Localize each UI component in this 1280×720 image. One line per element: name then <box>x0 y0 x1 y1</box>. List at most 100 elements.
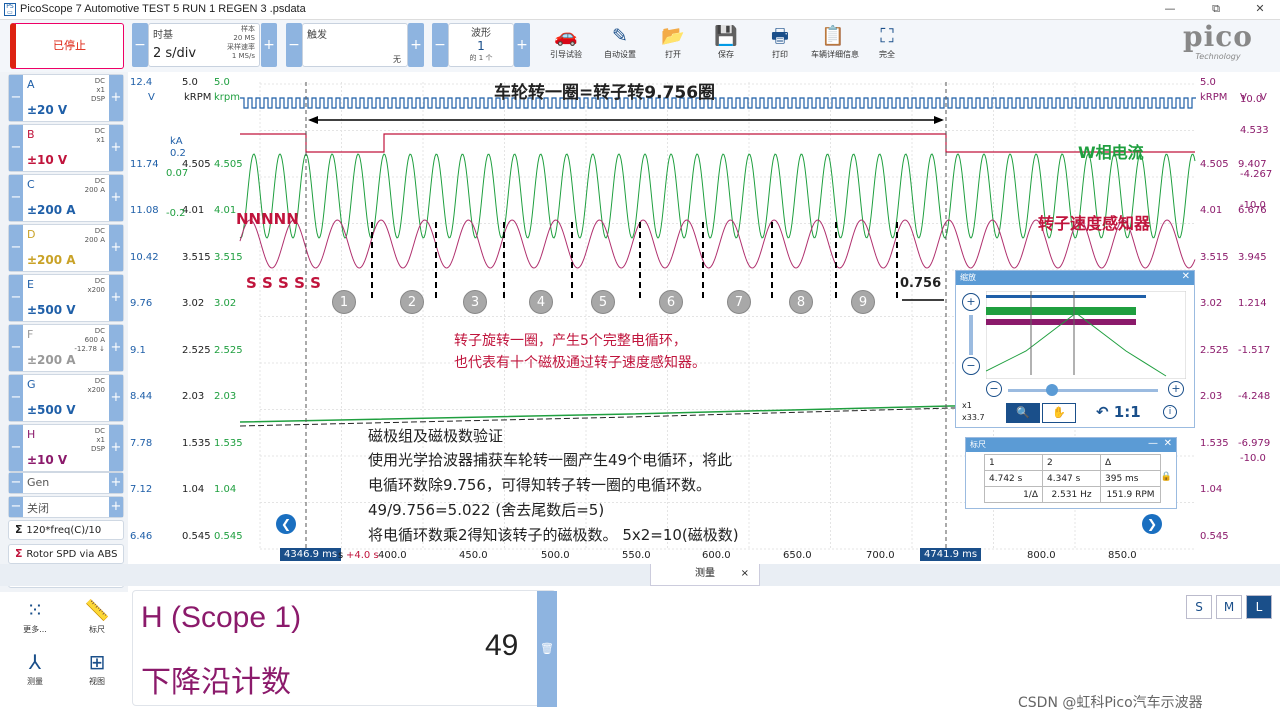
zoom-out-button[interactable]: − <box>962 357 980 375</box>
tab-close-icon: × <box>740 568 749 579</box>
axis-tick-v: 7.78 <box>130 437 153 449</box>
open-button[interactable]: 📂 打开 <box>651 23 695 69</box>
size-medium-button[interactable]: M <box>1216 595 1242 619</box>
extra-row[interactable]: − + 关闭 <box>8 496 124 518</box>
more-button[interactable]: ⁙ 更多... <box>10 596 60 644</box>
channel-minus-button[interactable]: − <box>9 175 23 221</box>
overview-thumbnail[interactable] <box>986 291 1186 379</box>
measurement-panel[interactable]: H (Scope 1) 下降沿计数 49 🗑 <box>132 590 557 707</box>
trigger-minus-button[interactable]: − <box>286 23 302 67</box>
fullscreen-button[interactable]: ⛶ 完全 <box>865 23 909 69</box>
restore-button[interactable]: ⧉ <box>1196 2 1236 18</box>
delete-measurement-icon[interactable]: 🗑 <box>537 591 557 707</box>
axis-tick-right-v: -6.979 <box>1238 437 1271 449</box>
size-small-button[interactable]: S <box>1186 595 1212 619</box>
channel-minus-button[interactable]: − <box>9 225 23 271</box>
tab-measurements[interactable]: 测量 × <box>650 564 760 586</box>
timebase-plus-button[interactable]: + <box>261 23 277 67</box>
ruler-close-icon[interactable]: ✕ <box>1164 438 1172 449</box>
arrow-head <box>308 116 318 124</box>
channel-f-card[interactable]: − + F ±200 A DC 600 A -12.78 ↓ <box>8 324 124 372</box>
zoom-in-button[interactable]: + <box>962 293 980 311</box>
annotation-p3: 电循环数除9.756，可得知转子转一圈的电循环数。 <box>368 476 711 494</box>
channel-e-card[interactable]: − + E ±500 V DC x200 <box>8 274 124 322</box>
cursor-1-label[interactable]: 4346.9 ms <box>280 548 342 561</box>
channel-plus-button[interactable]: + <box>109 425 123 471</box>
axis-tick-x: 550.0 <box>622 550 651 561</box>
math-channel-button[interactable]: Σ 120*freq(C)/10 <box>8 520 124 540</box>
waveform-box[interactable]: 波形 1 的 1 个 <box>448 23 514 67</box>
auto-setup-button[interactable]: ✎ 自动设置 <box>598 23 642 69</box>
channel-minus-button[interactable]: − <box>9 425 23 471</box>
rulers-button[interactable]: 📏 标尺 <box>72 596 122 644</box>
row-plus-button[interactable]: + <box>109 473 123 493</box>
info-icon[interactable]: i <box>1163 405 1177 419</box>
h-zoom-in-button[interactable]: + <box>1168 381 1184 397</box>
axis-ka: kA <box>170 136 183 147</box>
view-button[interactable]: ⊞ 视图 <box>72 648 122 696</box>
stop-button[interactable]: 已停止 <box>10 23 124 69</box>
channel-plus-button[interactable]: + <box>109 375 123 421</box>
axis-tick-krpm-green: 2.03 <box>214 391 237 402</box>
zoom-reset-button[interactable]: ↶ 1:1 <box>1096 403 1141 421</box>
channel-plus-button[interactable]: + <box>109 175 123 221</box>
window-title: PicoScope 7 Automotive TEST 5 RUN 1 REGE… <box>20 3 306 15</box>
channel-plus-button[interactable]: + <box>109 275 123 321</box>
pan-tool-icon[interactable]: ✋ <box>1042 403 1076 423</box>
trigger-plus-button[interactable]: + <box>408 23 424 67</box>
channel-plus-button[interactable]: + <box>109 75 123 121</box>
extra-row[interactable]: − + Gen <box>8 472 124 494</box>
scroll-left-button[interactable]: ❮ <box>276 514 296 534</box>
measure-button[interactable]: ⅄ 测量 <box>10 648 60 696</box>
ruler-minimize-icon[interactable]: — <box>1148 438 1158 449</box>
close-button[interactable]: ✕ <box>1240 2 1280 18</box>
math-channel-button[interactable]: Σ Rotor SPD via ABS <box>8 544 124 564</box>
channel-plus-button[interactable]: + <box>109 325 123 371</box>
timebase-minus-button[interactable]: − <box>132 23 148 67</box>
row-minus-button[interactable]: − <box>9 473 23 493</box>
axis-unit: V <box>1260 92 1267 103</box>
channel-h-card[interactable]: − + H ±10 V DC x1 DSP <box>8 424 124 472</box>
guided-test-button[interactable]: 🚗 引导试验 <box>544 23 588 69</box>
scroll-right-button[interactable]: ❯ <box>1142 514 1162 534</box>
h-zoom-out-button[interactable]: − <box>986 381 1002 397</box>
save-button[interactable]: 💾 保存 <box>704 23 748 69</box>
channel-d-card[interactable]: − + D ±200 A DC 200 A <box>8 224 124 272</box>
axis-tick-right-v: -4.248 <box>1238 391 1271 402</box>
axis-tick-krpm-green: 1.535 <box>214 437 243 449</box>
channel-b-card[interactable]: − + B ±10 V DC x1 <box>8 124 124 172</box>
h-zoom-slider[interactable] <box>1008 389 1158 392</box>
waveform-prev-button[interactable]: − <box>432 23 448 67</box>
vehicle-details-button[interactable]: 📋 车辆详细信息 <box>811 23 859 69</box>
size-large-button[interactable]: L <box>1246 595 1272 619</box>
channel-minus-button[interactable]: − <box>9 325 23 371</box>
app-icon: PS ▭ <box>4 3 16 16</box>
axis-tick-krpm-green: 3.515 <box>214 251 243 263</box>
zoom-tool-icon[interactable]: 🔍 <box>1006 403 1040 423</box>
clipboard-icon: 📋 <box>821 25 845 47</box>
print-button[interactable]: 🖶 打印 <box>758 23 802 69</box>
trigger-box[interactable]: 触发 无 <box>302 23 408 67</box>
zoom-close-icon[interactable]: ✕ <box>1182 271 1190 282</box>
row-plus-button[interactable]: + <box>109 497 123 517</box>
channel-minus-button[interactable]: − <box>9 75 23 121</box>
timebase-box[interactable]: 时基 2 s/div 样本 20 MS 采样速率 1 MS/s <box>148 23 260 67</box>
row-minus-button[interactable]: − <box>9 497 23 517</box>
channel-c-card[interactable]: − + C ±200 A DC 200 A <box>8 174 124 222</box>
channel-plus-button[interactable]: + <box>109 225 123 271</box>
ruler-panel[interactable]: 标尺 ✕ — 12Δ 4.742 s 4.347 s 395 ms 1/Δ 2.531… <box>965 437 1177 509</box>
h-zoom-thumb[interactable] <box>1046 384 1058 396</box>
cursor-2-label[interactable]: 4741.9 ms <box>920 548 982 561</box>
waveform-next-button[interactable]: + <box>514 23 530 67</box>
zoom-overview-panel[interactable]: 缩放 ✕ + − − + x1 x33.7 🔍 ✋ ↶ 1:1 i <box>955 270 1195 428</box>
channel-g-card[interactable]: − + G ±500 V DC x200 <box>8 374 124 422</box>
minimize-button[interactable]: — <box>1150 2 1190 18</box>
zoom-slider-vertical[interactable] <box>969 315 973 355</box>
channel-minus-button[interactable]: − <box>9 125 23 171</box>
channel-minus-button[interactable]: − <box>9 375 23 421</box>
annotation-sensor: 转子速度感知器 <box>1038 214 1151 233</box>
lock-icon[interactable]: 🔒 <box>1161 472 1172 482</box>
channel-minus-button[interactable]: − <box>9 275 23 321</box>
channel-a-card[interactable]: − + A ±20 V DC x1 DSP <box>8 74 124 122</box>
channel-plus-button[interactable]: + <box>109 125 123 171</box>
